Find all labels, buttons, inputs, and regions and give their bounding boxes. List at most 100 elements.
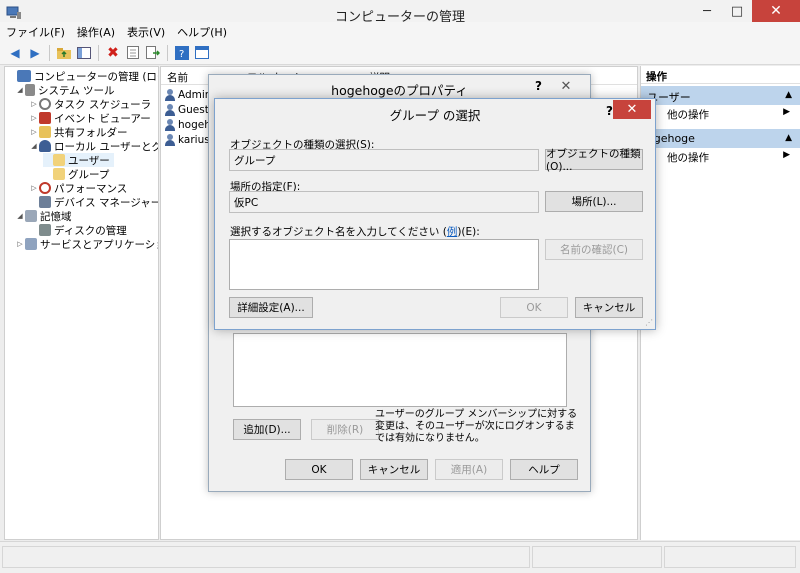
up-folder-icon[interactable]	[55, 44, 73, 62]
status-bar	[0, 541, 800, 573]
submenu-arrow-icon: ▶	[783, 150, 790, 160]
list-item-name: Admin	[178, 88, 212, 101]
menu-action[interactable]: 操作(A)	[77, 24, 115, 40]
close-button[interactable]: ✕	[548, 77, 584, 95]
user-icon	[165, 133, 175, 146]
action-more-actions[interactable]: 他の操作 ▶	[641, 105, 800, 121]
back-icon[interactable]: ◀	[6, 44, 24, 62]
action-item-label: 他の操作	[667, 152, 709, 164]
object-names-label: 選択するオブジェクト名を入力してください (例)(E):	[230, 224, 480, 239]
help-icon[interactable]: ?	[606, 104, 613, 118]
tree-item-label: 記憶域	[40, 210, 72, 223]
collapse-triangle-icon[interactable]: ▲	[785, 133, 792, 143]
properties-icon[interactable]	[124, 44, 142, 62]
tree-item-label: ディスクの管理	[54, 224, 127, 237]
tree-item-performance[interactable]: ▷ パフォーマンス	[29, 181, 127, 195]
collapse-icon[interactable]: ◢	[29, 142, 39, 150]
tree-item-users[interactable]: ユーザー	[43, 153, 114, 167]
tree-item-task-scheduler[interactable]: ▷ タスク スケジューラ	[29, 97, 151, 111]
show-hide-tree-icon[interactable]	[75, 44, 93, 62]
object-names-label-text: 選択するオブジェクト名を入力してください (	[230, 226, 447, 238]
expand-icon[interactable]: ▷	[15, 240, 25, 248]
svg-text:?: ?	[179, 49, 184, 60]
help-button[interactable]: ヘルプ	[510, 459, 578, 480]
tools-icon	[25, 84, 35, 96]
console-tree: コンピューターの管理 (ローカル) ◢ システム ツール ▷ タスク スケジュー…	[4, 66, 159, 540]
menu-help[interactable]: ヘルプ(H)	[177, 24, 227, 40]
tree-item-label: システム ツール	[38, 84, 115, 97]
tree-item-storage[interactable]: ◢ 記憶域	[15, 209, 72, 223]
action-section-user[interactable]: ogehoge ▲	[641, 129, 800, 148]
window-controls: ─ □ ✕	[692, 0, 800, 22]
folder-icon	[53, 154, 65, 166]
minimize-button[interactable]: ─	[692, 0, 722, 22]
properties-dialog-title: hogehogeのプロパティ	[331, 83, 468, 98]
member-of-list[interactable]	[233, 333, 567, 407]
status-cell	[2, 546, 530, 568]
ok-button[interactable]: OK	[285, 459, 353, 480]
tree-item-computer-management[interactable]: コンピューターの管理 (ローカル)	[7, 69, 158, 83]
users-group-icon	[39, 140, 51, 152]
action-section-users[interactable]: ユーザー ▲	[641, 86, 800, 105]
action-more-actions[interactable]: 他の操作 ▶	[641, 148, 800, 164]
expand-icon[interactable]: ▷	[29, 114, 39, 122]
computer-icon	[17, 70, 31, 82]
object-names-input[interactable]	[229, 239, 539, 290]
tree-item-event-viewer[interactable]: ▷ イベント ビューアー	[29, 111, 151, 125]
forward-icon[interactable]: ▶	[26, 44, 44, 62]
tree-item-system-tools[interactable]: ◢ システム ツール	[15, 83, 115, 97]
tree-item-device-manager[interactable]: デバイス マネージャー	[29, 195, 158, 209]
performance-icon	[39, 182, 51, 194]
collapse-icon[interactable]: ◢	[15, 86, 25, 94]
location-field: 仮PC	[229, 191, 539, 213]
tree-item-local-users-groups[interactable]: ◢ ローカル ユーザーとグループ	[29, 139, 158, 153]
expand-icon[interactable]: ▷	[29, 184, 39, 192]
cancel-button[interactable]: キャンセル	[360, 459, 428, 480]
object-names-label-suffix: )(E):	[457, 226, 480, 238]
action-pane-toggle-icon[interactable]	[193, 44, 211, 62]
apply-button[interactable]: 適用(A)	[435, 459, 503, 480]
close-button[interactable]: ✕	[613, 100, 651, 119]
toolbar-separator	[49, 44, 50, 61]
clock-icon	[39, 98, 51, 110]
add-button[interactable]: 追加(D)...	[233, 419, 301, 440]
tree-item-groups[interactable]: グループ	[43, 167, 109, 181]
shared-folder-icon	[39, 126, 51, 138]
export-list-icon[interactable]	[144, 44, 162, 62]
cancel-button[interactable]: キャンセル	[575, 297, 643, 318]
close-button[interactable]: ✕	[752, 0, 800, 22]
user-icon	[165, 103, 175, 116]
collapse-triangle-icon[interactable]: ▲	[785, 90, 792, 100]
list-item[interactable]: karius	[165, 132, 210, 147]
remove-button[interactable]: 削除(R)	[311, 419, 379, 440]
tree-item-disk-management[interactable]: ディスクの管理	[29, 223, 127, 237]
tree-item-label: ローカル ユーザーとグループ	[54, 140, 158, 153]
tree-item-label: 共有フォルダー	[54, 126, 128, 139]
collapse-icon[interactable]: ◢	[15, 212, 25, 220]
list-item[interactable]: Guest	[165, 102, 209, 117]
list-item-name: Guest	[178, 103, 209, 116]
expand-icon[interactable]: ▷	[29, 100, 39, 108]
expand-icon[interactable]: ▷	[29, 128, 39, 136]
column-header-name[interactable]: 名前	[167, 70, 188, 85]
check-names-button[interactable]: 名前の確認(C)	[545, 239, 643, 260]
help-icon[interactable]: ?	[173, 44, 191, 62]
help-icon[interactable]: ?	[535, 79, 542, 93]
delete-icon[interactable]: ✖	[104, 44, 122, 62]
action-item-label: 他の操作	[667, 109, 709, 121]
tree-item-shared-folders[interactable]: ▷ 共有フォルダー	[29, 125, 128, 139]
toolbar: ◀ ▶ ✖ ?	[0, 41, 800, 65]
menu-view[interactable]: 表示(V)	[127, 24, 165, 40]
examples-link[interactable]: 例	[447, 226, 458, 238]
submenu-arrow-icon: ▶	[783, 107, 790, 117]
menu-file[interactable]: ファイル(F)	[6, 24, 65, 40]
resize-grip-icon[interactable]: ⋰	[645, 318, 653, 327]
ok-button[interactable]: OK	[500, 297, 568, 318]
locations-button[interactable]: 場所(L)...	[545, 191, 643, 212]
object-types-button[interactable]: オブジェクトの種類(O)...	[545, 148, 643, 173]
advanced-button[interactable]: 詳細設定(A)...	[229, 297, 313, 318]
tree-item-services-apps[interactable]: ▷ サービスとアプリケーション	[15, 237, 158, 251]
list-item[interactable]: Admin	[165, 87, 211, 102]
maximize-button[interactable]: □	[722, 0, 752, 22]
select-groups-titlebar: グループ の選択 ? ✕	[215, 99, 655, 125]
